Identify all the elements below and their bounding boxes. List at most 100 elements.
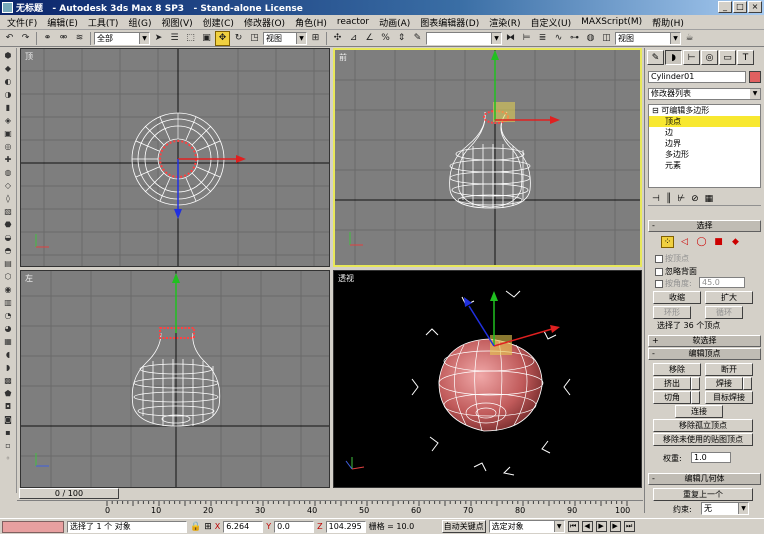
angle-spinner[interactable]: 45.0 [699, 277, 745, 288]
menu-character[interactable]: 角色(H) [290, 16, 332, 29]
create-tab-icon[interactable]: ✎ [647, 50, 664, 65]
break-button[interactable]: 断开 [705, 363, 753, 376]
polygon-level-icon[interactable]: ■ [712, 236, 725, 248]
menu-edit[interactable]: 编辑(E) [42, 16, 83, 29]
material-editor-icon[interactable]: ◍ [583, 31, 598, 46]
edit-vertices-rollout-header[interactable]: - 编辑顶点 [648, 348, 761, 360]
chamfer-settings-button[interactable] [691, 391, 700, 404]
tool-icon[interactable]: ▪ [2, 427, 14, 438]
tool-icon[interactable]: ◒ [2, 232, 14, 243]
stack-item-border[interactable]: 边界 [649, 138, 760, 149]
hierarchy-tab-icon[interactable]: ⊢ [683, 50, 700, 65]
previous-frame-icon[interactable]: ◀ [581, 521, 593, 532]
tool-icon[interactable]: ▣ [2, 128, 14, 139]
spinner-snap-icon[interactable]: ⇕ [394, 31, 409, 46]
pivot-center-icon[interactable]: ⊞ [308, 31, 323, 46]
soft-selection-rollout-header[interactable]: + 软选择 [648, 335, 761, 347]
tool-icon[interactable]: ⬢ [2, 50, 14, 61]
stack-item-edge[interactable]: 边 [649, 127, 760, 138]
viewport-label[interactable]: 顶 [25, 51, 33, 62]
time-slider[interactable]: 0 / 100 [19, 488, 119, 499]
remove-isolated-vertices-button[interactable]: 移除孤立顶点 [653, 419, 753, 432]
tool-icon[interactable]: ⬡ [2, 271, 14, 282]
viewport-top[interactable]: 顶 [20, 48, 330, 267]
select-manipulate-icon[interactable]: ✣ [330, 31, 345, 46]
utilities-tab-icon[interactable]: T [737, 50, 754, 65]
maximize-button[interactable]: □ [733, 1, 747, 13]
tool-icon[interactable]: ◎ [2, 141, 14, 152]
select-link-icon[interactable]: ⚭ [40, 31, 55, 46]
ring-button[interactable]: 环形 [653, 306, 691, 319]
x-coord-field[interactable]: 6.264 [223, 520, 264, 533]
edge-level-icon[interactable]: ◁ [678, 236, 691, 248]
select-by-name-icon[interactable]: ☰ [167, 31, 182, 46]
menu-tools[interactable]: 工具(T) [83, 16, 124, 29]
next-frame-icon[interactable]: ▶ [609, 521, 621, 532]
lock-selection-icon[interactable]: 🔒 [190, 522, 201, 532]
select-object-icon[interactable]: ➤ [151, 31, 166, 46]
target-weld-button[interactable]: 目标焊接 [705, 391, 753, 404]
tool-icon[interactable]: ◦ [2, 453, 14, 464]
tool-icon[interactable]: ◇ [2, 180, 14, 191]
tool-icon[interactable]: ◍ [2, 167, 14, 178]
auto-key-button[interactable]: 自动关键点 [441, 520, 486, 533]
display-tab-icon[interactable]: ▭ [719, 50, 736, 65]
curve-editor-icon[interactable]: ∿ [551, 31, 566, 46]
vertex-level-icon[interactable]: ⁘ [661, 236, 674, 248]
play-icon[interactable]: ▶ [595, 521, 607, 532]
remove-button[interactable]: 移除 [653, 363, 701, 376]
menu-maxscript[interactable]: MAXScript(M) [576, 17, 647, 27]
menu-modifiers[interactable]: 修改器(O) [239, 16, 290, 29]
redo-icon[interactable]: ↷ [18, 31, 33, 46]
tool-icon[interactable]: ▦ [2, 336, 14, 347]
tool-icon[interactable]: ◊ [2, 193, 14, 204]
tool-icon[interactable]: ✚ [2, 154, 14, 165]
pin-stack-icon[interactable]: ⊣ [652, 194, 660, 204]
menu-create[interactable]: 创建(C) [198, 16, 239, 29]
tool-icon[interactable]: ▤ [2, 258, 14, 269]
menu-help[interactable]: 帮助(H) [647, 16, 689, 29]
stack-item-polygon[interactable]: 多边形 [649, 149, 760, 160]
motion-tab-icon[interactable]: ◎ [701, 50, 718, 65]
tool-icon[interactable]: ▮ [2, 102, 14, 113]
extrude-button[interactable]: 挤出 [653, 377, 691, 390]
ignore-backfacing-checkbox[interactable]: 忽略背面 [655, 266, 697, 277]
by-vertex-checkbox[interactable]: 按顶点 [655, 253, 689, 264]
render-view-dropdown[interactable]: 视图 ▼ [615, 31, 681, 45]
tool-icon[interactable]: ◈ [2, 115, 14, 126]
edit-geometry-rollout-header[interactable]: - 编辑几何体 [648, 473, 761, 485]
tool-icon[interactable]: ◙ [2, 414, 14, 425]
quick-render-icon[interactable]: ☕ [682, 31, 697, 46]
viewport-left[interactable]: 左 [20, 270, 330, 488]
tool-icon[interactable]: ▧ [2, 206, 14, 217]
align-icon[interactable]: ⊨ [519, 31, 534, 46]
make-unique-icon[interactable]: ⊬ [677, 194, 685, 204]
remove-unused-map-vertices-button[interactable]: 移除未使用的贴图顶点 [653, 433, 753, 446]
constraints-dropdown[interactable]: 无 ▼ [701, 502, 749, 515]
tool-icon[interactable]: ◉ [2, 284, 14, 295]
remove-modifier-icon[interactable]: ⊘ [691, 194, 699, 204]
menu-rendering[interactable]: 渲染(R) [484, 16, 525, 29]
menu-customize[interactable]: 自定义(U) [526, 16, 577, 29]
tool-icon[interactable]: ◑ [2, 89, 14, 100]
menu-animation[interactable]: 动画(A) [374, 16, 415, 29]
reference-coord-dropdown[interactable]: 视图 ▼ [263, 31, 307, 45]
tool-icon[interactable]: ◘ [2, 401, 14, 412]
connect-button[interactable]: 连接 [675, 405, 723, 418]
rectangle-region-icon[interactable]: ⬚ [183, 31, 198, 46]
unlink-icon[interactable]: ⚮ [56, 31, 71, 46]
viewport-label[interactable]: 前 [339, 52, 347, 63]
loop-button[interactable]: 循环 [705, 306, 743, 319]
y-coord-field[interactable]: 0.0 [274, 520, 315, 533]
show-end-result-icon[interactable]: ║ [666, 194, 671, 204]
goto-start-icon[interactable]: ⏮ [567, 521, 579, 532]
angle-snap-icon[interactable]: ∠ [362, 31, 377, 46]
object-name-field[interactable]: Cylinder01 [648, 71, 746, 83]
chamfer-button[interactable]: 切角 [653, 391, 691, 404]
tool-icon[interactable]: ⬣ [2, 219, 14, 230]
modifier-list-dropdown[interactable]: 修改器列表 ▼ [648, 88, 761, 100]
configure-modifier-sets-icon[interactable]: ▦ [705, 194, 714, 204]
weld-settings-button[interactable] [743, 377, 752, 390]
stack-item-element[interactable]: 元素 [649, 160, 760, 171]
tool-icon[interactable]: ◖ [2, 349, 14, 360]
